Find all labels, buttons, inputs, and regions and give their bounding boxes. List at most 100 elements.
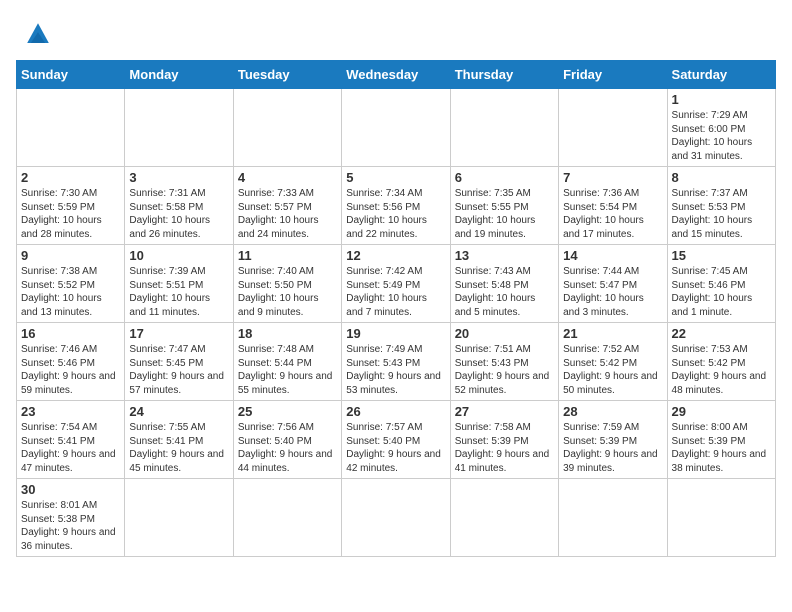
day-cell: 26 Sunrise: 7:57 AM Sunset: 5:40 PM Dayli… [342,401,450,479]
day-cell: 13Sunrise: 7:43 AM Sunset: 5:48 PM Dayli… [450,245,558,323]
day-info: Sunrise: 7:45 AM Sunset: 5:46 PM Dayligh… [672,265,771,319]
week-row-4: 16Sunrise: 7:46 AM Sunset: 5:46 PM Dayli… [17,323,776,401]
day-info: Sunrise: 7:57 AM Sunset: 5:40 PM Dayligh… [346,421,445,475]
day-cell [450,479,558,557]
day-info: Sunrise: 7:43 AM Sunset: 5:48 PM Dayligh… [455,265,554,319]
day-number: 5 [346,170,445,185]
day-cell: 2Sunrise: 7:30 AM Sunset: 5:59 PM Daylig… [17,167,125,245]
day-number: 29 [672,404,771,419]
day-cell [342,89,450,167]
day-info: Sunrise: 7:51 AM Sunset: 5:43 PM Dayligh… [455,343,554,397]
day-info: Sunrise: 7:33 AM Sunset: 5:57 PM Dayligh… [238,187,337,241]
day-number: 10 [129,248,228,263]
day-cell [559,89,667,167]
day-info: Sunrise: 7:49 AM Sunset: 5:43 PM Dayligh… [346,343,445,397]
day-cell: 12 Sunrise: 7:42 AM Sunset: 5:49 PM Dayli… [342,245,450,323]
day-number: 20 [455,326,554,341]
day-cell [233,89,341,167]
day-info: Sunrise: 7:39 AM Sunset: 5:51 PM Dayligh… [129,265,228,319]
weekday-monday: Monday [125,61,233,89]
day-number: 30 [21,482,120,497]
day-info: Sunrise: 7:53 AM Sunset: 5:42 PM Dayligh… [672,343,771,397]
day-cell: 22 Sunrise: 7:53 AM Sunset: 5:42 PM Dayli… [667,323,775,401]
day-info: Sunrise: 7:58 AM Sunset: 5:39 PM Dayligh… [455,421,554,475]
day-cell: 25Sunrise: 7:56 AM Sunset: 5:40 PM Dayli… [233,401,341,479]
day-number: 25 [238,404,337,419]
day-cell: 1 Sunrise: 7:29 AM Sunset: 6:00 PM Daylig… [667,89,775,167]
day-cell [125,479,233,557]
day-number: 17 [129,326,228,341]
day-cell [17,89,125,167]
day-cell: 27Sunrise: 7:58 AM Sunset: 5:39 PM Dayli… [450,401,558,479]
day-number: 1 [672,92,771,107]
day-cell: 21Sunrise: 7:52 AM Sunset: 5:42 PM Dayli… [559,323,667,401]
day-number: 12 [346,248,445,263]
day-info: Sunrise: 7:48 AM Sunset: 5:44 PM Dayligh… [238,343,337,397]
day-cell: 30 Sunrise: 8:01 AM Sunset: 5:38 PM Dayli… [17,479,125,557]
logo-icon [20,16,56,52]
day-cell: 29 Sunrise: 8:00 AM Sunset: 5:39 PM Dayli… [667,401,775,479]
weekday-friday: Friday [559,61,667,89]
day-info: Sunrise: 8:01 AM Sunset: 5:38 PM Dayligh… [21,499,120,553]
weekday-header-row: SundayMondayTuesdayWednesdayThursdayFrid… [17,61,776,89]
day-cell: 17Sunrise: 7:47 AM Sunset: 5:45 PM Dayli… [125,323,233,401]
day-info: Sunrise: 7:46 AM Sunset: 5:46 PM Dayligh… [21,343,120,397]
day-info: Sunrise: 7:44 AM Sunset: 5:47 PM Dayligh… [563,265,662,319]
day-info: Sunrise: 7:40 AM Sunset: 5:50 PM Dayligh… [238,265,337,319]
logo [16,16,56,52]
day-info: Sunrise: 7:42 AM Sunset: 5:49 PM Dayligh… [346,265,445,319]
day-cell: 14Sunrise: 7:44 AM Sunset: 5:47 PM Dayli… [559,245,667,323]
day-number: 18 [238,326,337,341]
day-cell: 9 Sunrise: 7:38 AM Sunset: 5:52 PM Daylig… [17,245,125,323]
weekday-thursday: Thursday [450,61,558,89]
day-number: 26 [346,404,445,419]
day-cell: 10 Sunrise: 7:39 AM Sunset: 5:51 PM Dayli… [125,245,233,323]
calendar-page: SundayMondayTuesdayWednesdayThursdayFrid… [0,0,792,567]
header [16,16,776,52]
day-cell [450,89,558,167]
day-cell [559,479,667,557]
day-number: 23 [21,404,120,419]
day-cell: 16Sunrise: 7:46 AM Sunset: 5:46 PM Dayli… [17,323,125,401]
day-info: Sunrise: 7:52 AM Sunset: 5:42 PM Dayligh… [563,343,662,397]
week-row-3: 9 Sunrise: 7:38 AM Sunset: 5:52 PM Daylig… [17,245,776,323]
day-info: Sunrise: 7:31 AM Sunset: 5:58 PM Dayligh… [129,187,228,241]
day-info: Sunrise: 7:29 AM Sunset: 6:00 PM Dayligh… [672,109,771,163]
day-number: 28 [563,404,662,419]
day-cell [667,479,775,557]
day-info: Sunrise: 8:00 AM Sunset: 5:39 PM Dayligh… [672,421,771,475]
day-number: 6 [455,170,554,185]
day-cell: 18 Sunrise: 7:48 AM Sunset: 5:44 PM Dayli… [233,323,341,401]
week-row-2: 2Sunrise: 7:30 AM Sunset: 5:59 PM Daylig… [17,167,776,245]
weekday-tuesday: Tuesday [233,61,341,89]
day-info: Sunrise: 7:36 AM Sunset: 5:54 PM Dayligh… [563,187,662,241]
day-cell: 5 Sunrise: 7:34 AM Sunset: 5:56 PM Daylig… [342,167,450,245]
weekday-sunday: Sunday [17,61,125,89]
day-cell: 6Sunrise: 7:35 AM Sunset: 5:55 PM Daylig… [450,167,558,245]
day-number: 8 [672,170,771,185]
calendar-table: SundayMondayTuesdayWednesdayThursdayFrid… [16,60,776,557]
day-cell: 3Sunrise: 7:31 AM Sunset: 5:58 PM Daylig… [125,167,233,245]
day-number: 22 [672,326,771,341]
day-number: 15 [672,248,771,263]
week-row-6: 30 Sunrise: 8:01 AM Sunset: 5:38 PM Dayli… [17,479,776,557]
week-row-1: 1 Sunrise: 7:29 AM Sunset: 6:00 PM Daylig… [17,89,776,167]
day-info: Sunrise: 7:38 AM Sunset: 5:52 PM Dayligh… [21,265,120,319]
day-number: 4 [238,170,337,185]
day-cell: 20 Sunrise: 7:51 AM Sunset: 5:43 PM Dayli… [450,323,558,401]
day-cell: 28 Sunrise: 7:59 AM Sunset: 5:39 PM Dayli… [559,401,667,479]
day-cell: 15 Sunrise: 7:45 AM Sunset: 5:46 PM Dayli… [667,245,775,323]
day-number: 19 [346,326,445,341]
day-cell: 19 Sunrise: 7:49 AM Sunset: 5:43 PM Dayli… [342,323,450,401]
day-cell [125,89,233,167]
week-row-5: 23Sunrise: 7:54 AM Sunset: 5:41 PM Dayli… [17,401,776,479]
weekday-saturday: Saturday [667,61,775,89]
day-info: Sunrise: 7:37 AM Sunset: 5:53 PM Dayligh… [672,187,771,241]
day-number: 7 [563,170,662,185]
day-cell [342,479,450,557]
day-number: 9 [21,248,120,263]
weekday-wednesday: Wednesday [342,61,450,89]
day-cell: 11Sunrise: 7:40 AM Sunset: 5:50 PM Dayli… [233,245,341,323]
day-info: Sunrise: 7:59 AM Sunset: 5:39 PM Dayligh… [563,421,662,475]
day-info: Sunrise: 7:34 AM Sunset: 5:56 PM Dayligh… [346,187,445,241]
